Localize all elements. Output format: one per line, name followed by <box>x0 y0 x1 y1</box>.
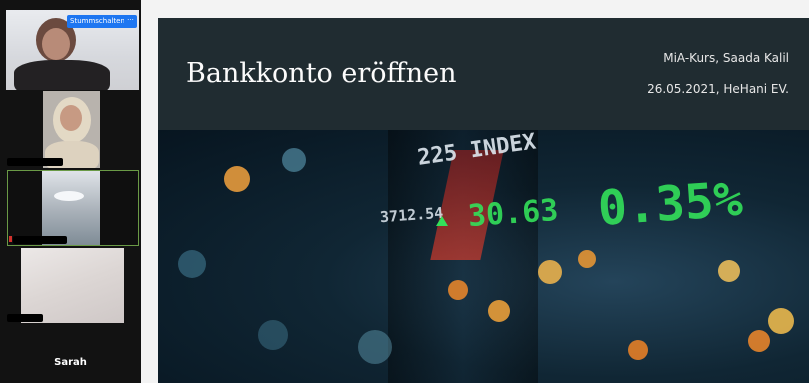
ceiling-light <box>54 191 84 201</box>
participant-video-tile[interactable] <box>43 91 100 168</box>
participant-video-feed <box>42 171 100 245</box>
participant-name-bar <box>7 158 63 166</box>
recording-indicator <box>9 236 12 242</box>
participant-video-tile[interactable] <box>7 170 139 246</box>
presentation-slide: Bankkonto eröffnen MiA-Kurs, Saada Kalil… <box>158 18 809 383</box>
bokeh-light <box>538 260 562 284</box>
bokeh-light <box>748 330 770 352</box>
participant-face <box>60 105 82 131</box>
bokeh-light <box>282 148 306 172</box>
up-arrow-icon <box>436 216 448 226</box>
bokeh-light <box>258 320 288 350</box>
participant-name-bar <box>13 236 67 244</box>
participant-gallery: Stummschalten ··· Sarah <box>0 0 141 383</box>
bokeh-light <box>178 250 206 278</box>
participant-name-label: Sarah <box>54 357 87 368</box>
participant-body <box>14 60 110 90</box>
bokeh-light <box>488 300 510 322</box>
more-options-button[interactable]: ··· <box>124 15 137 28</box>
slide-course-info: MiA-Kurs, Saada Kalil <box>663 51 789 65</box>
slide-date-info: 26.05.2021, HeHani EV. <box>647 82 789 96</box>
bokeh-light <box>628 340 648 360</box>
mute-button[interactable]: Stummschalten <box>67 15 128 28</box>
ticker-right-value: 0.35% <box>596 171 745 237</box>
participant-name-bar <box>7 314 43 322</box>
slide-header: Bankkonto eröffnen MiA-Kurs, Saada Kalil… <box>158 18 809 130</box>
participant-video-tile[interactable] <box>21 248 124 323</box>
bokeh-light <box>358 330 392 364</box>
bokeh-light <box>578 250 596 268</box>
participant-face <box>42 28 70 60</box>
bokeh-light <box>718 260 740 282</box>
ticker-mid-value: 30.63 <box>466 192 560 235</box>
bokeh-light <box>224 166 250 192</box>
stock-ticker-image: 225 INDEX 3712.54 30.63 0.35% <box>158 130 809 383</box>
bokeh-light <box>768 308 794 334</box>
slide-title: Bankkonto eröffnen <box>186 58 457 89</box>
bokeh-light <box>448 280 468 300</box>
